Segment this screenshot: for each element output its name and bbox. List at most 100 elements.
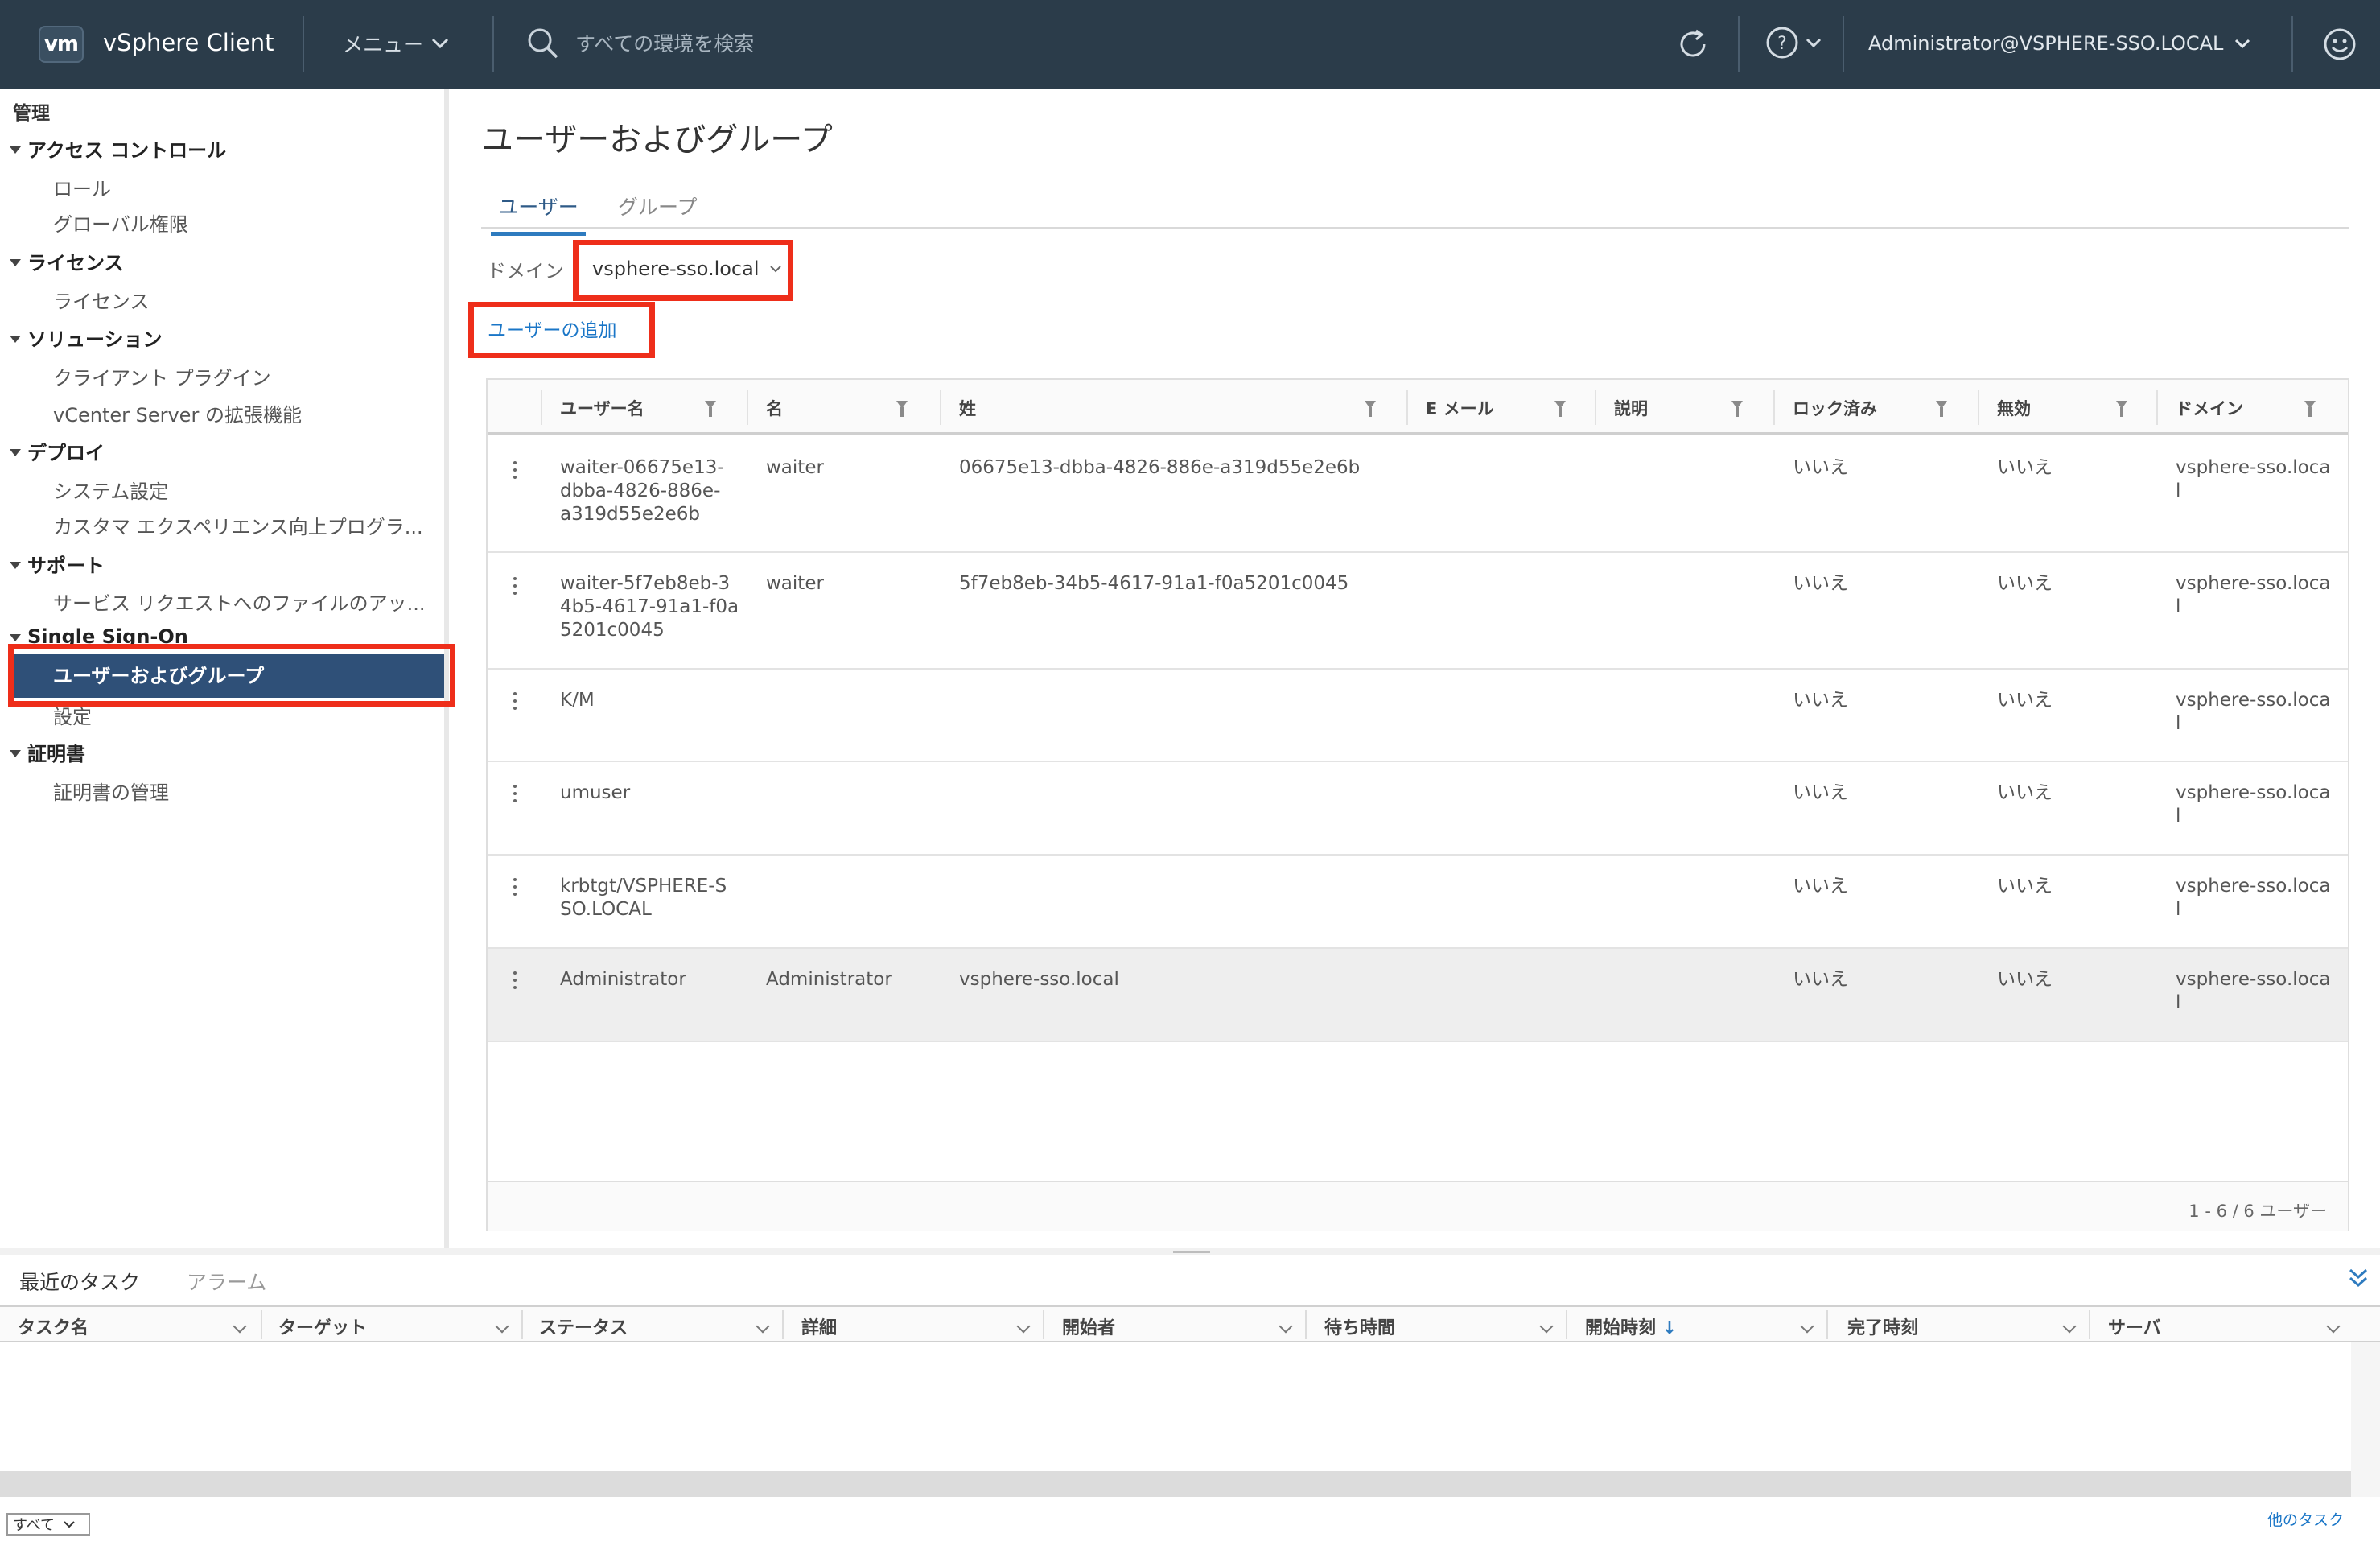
add-user-link[interactable]: ユーザーの追加: [488, 315, 617, 342]
admin-sidebar: 管理 アクセス コントロール ロール グローバル権限 ライセンス ライセンス ソ…: [0, 89, 449, 1248]
sidebar-section-support[interactable]: サポート: [10, 550, 105, 578]
section-label: ソリューション: [27, 328, 163, 351]
filter-icon[interactable]: [2304, 401, 2316, 417]
feedback-button[interactable]: [2322, 27, 2357, 62]
column-header-task-name[interactable]: タスク名: [18, 1313, 89, 1339]
row-actions-icon[interactable]: [513, 461, 517, 483]
sidebar-item-sso-config[interactable]: 設定: [53, 701, 92, 729]
chevron-down-icon[interactable]: [495, 1319, 509, 1334]
expand-triangle-icon: [10, 258, 21, 266]
chevron-down-icon[interactable]: [2326, 1319, 2341, 1334]
filter-icon[interactable]: [1365, 401, 1376, 417]
column-header-disabled[interactable]: 無効: [1997, 396, 2031, 420]
cell-locked: いいえ: [1793, 969, 1848, 990]
chevron-down-icon[interactable]: [1016, 1319, 1031, 1334]
cell-username: umuser: [560, 782, 631, 803]
global-search[interactable]: [527, 27, 912, 60]
column-header-completion-time[interactable]: 完了時刻: [1847, 1313, 1918, 1339]
row-actions-icon[interactable]: [513, 577, 517, 599]
sidebar-section-access-control[interactable]: アクセス コントロール: [10, 134, 226, 163]
row-actions-icon[interactable]: [513, 878, 517, 900]
column-header-server[interactable]: サーバ: [2108, 1313, 2161, 1339]
filter-icon[interactable]: [705, 401, 716, 417]
more-tasks-link[interactable]: 他のタスク: [2267, 1508, 2344, 1530]
table-row[interactable]: umuser いいえ いいえ vsphere-sso.loca l: [488, 762, 2348, 856]
row-actions-icon[interactable]: [513, 692, 517, 714]
sidebar-item-ceip[interactable]: カスタマ エクスペリエンス向上プログラ...: [53, 511, 423, 539]
column-header-start-time[interactable]: 開始時刻 ↓: [1585, 1313, 1677, 1339]
column-header-username[interactable]: ユーザー名: [560, 396, 644, 420]
column-header-domain[interactable]: ドメイン: [2176, 396, 2243, 420]
chevron-down-icon[interactable]: [1539, 1319, 1554, 1334]
filter-icon[interactable]: [1936, 401, 1947, 417]
filter-icon[interactable]: [1554, 401, 1566, 417]
column-header-initiator[interactable]: 開始者: [1062, 1313, 1115, 1339]
column-divider: [1566, 1310, 1567, 1339]
sidebar-item-users-and-groups[interactable]: ユーザーおよびグループ: [14, 654, 444, 698]
column-header-last-name[interactable]: 姓: [959, 396, 976, 420]
collapse-panel-button[interactable]: [2348, 1268, 2369, 1288]
search-input[interactable]: [574, 31, 912, 56]
filter-icon[interactable]: [896, 401, 908, 417]
table-row[interactable]: Administrator Administrator vsphere-sso.…: [488, 949, 2348, 1042]
splitter-grip[interactable]: [1173, 1251, 1210, 1253]
row-actions-icon[interactable]: [513, 971, 517, 993]
sidebar-item-certificate-management[interactable]: 証明書の管理: [53, 777, 169, 805]
sidebar-section-sso[interactable]: Single Sign-On: [10, 625, 188, 648]
filter-icon[interactable]: [2116, 401, 2127, 417]
vmware-logo[interactable]: vm: [39, 26, 84, 63]
column-header-queued-for[interactable]: 待ち時間: [1324, 1313, 1395, 1339]
sidebar-section-solutions[interactable]: ソリューション: [10, 324, 163, 352]
tab-alarms[interactable]: アラーム: [187, 1267, 266, 1305]
tab-users[interactable]: ユーザー: [491, 192, 586, 236]
chevron-down-icon[interactable]: [756, 1319, 770, 1334]
row-actions-icon[interactable]: [513, 785, 517, 806]
table-row[interactable]: waiter-5f7eb8eb-3 4b5-4617-91a1-f0a 5201…: [488, 553, 2348, 670]
cell-last-name: vsphere-sso.local: [959, 969, 1119, 990]
column-header-target[interactable]: ターゲット: [278, 1313, 367, 1339]
sidebar-item-roles[interactable]: ロール: [53, 173, 111, 201]
column-header-details[interactable]: 詳細: [801, 1313, 837, 1339]
sidebar-item-upload-file[interactable]: サービス リクエストへのファイルのアッ...: [53, 588, 426, 616]
sidebar-item-vcenter-extensions[interactable]: vCenter Server の拡張機能: [53, 399, 302, 427]
chevron-down-icon[interactable]: [1800, 1319, 1814, 1334]
column-header-status[interactable]: ステータス: [539, 1313, 628, 1339]
column-header-email[interactable]: E メール: [1426, 396, 1494, 420]
chevron-down-icon[interactable]: [233, 1319, 247, 1334]
column-header-first-name[interactable]: 名: [766, 396, 783, 420]
sidebar-item-client-plugins[interactable]: クライアント プラグイン: [53, 362, 271, 390]
sidebar-item-system-config[interactable]: システム設定: [53, 476, 168, 504]
chevron-down-icon[interactable]: [2062, 1319, 2077, 1334]
start-time-label: 開始時刻: [1585, 1318, 1657, 1338]
task-filter-select[interactable]: すべて: [6, 1513, 90, 1536]
expand-triangle-icon: [10, 749, 21, 757]
chevron-down-icon[interactable]: [1279, 1319, 1293, 1334]
cell-domain: vsphere-sso.loca l: [2176, 573, 2331, 617]
vertical-scrollbar[interactable]: [2351, 1342, 2380, 1497]
sidebar-item-global-permissions[interactable]: グローバル権限: [53, 208, 188, 237]
domain-select[interactable]: vsphere-sso.local: [583, 249, 784, 288]
sidebar-section-licensing[interactable]: ライセンス: [10, 247, 124, 275]
horizontal-scrollbar[interactable]: [0, 1471, 2351, 1497]
tab-recent-tasks[interactable]: 最近のタスク: [19, 1267, 141, 1309]
column-divider: [261, 1310, 262, 1339]
help-menu[interactable]: ?: [1765, 26, 1822, 60]
filter-icon[interactable]: [1731, 401, 1743, 417]
column-header-description[interactable]: 説明: [1614, 396, 1648, 420]
table-row[interactable]: waiter-06675e13- dbba-4826-886e- a319d55…: [488, 437, 2348, 553]
sidebar-section-certificates[interactable]: 証明書: [10, 738, 85, 766]
column-divider: [521, 1310, 523, 1339]
cell-username: waiter-5f7eb8eb-3 4b5-4617-91a1-f0a 5201…: [560, 573, 739, 641]
sidebar-section-deployment[interactable]: デプロイ: [10, 437, 105, 465]
menu-button[interactable]: メニュー: [343, 29, 449, 58]
chevron-down-icon: [1806, 38, 1822, 47]
refresh-button[interactable]: [1675, 27, 1711, 62]
app-title[interactable]: vSphere Client: [103, 29, 274, 56]
sidebar-item-licenses[interactable]: ライセンス: [53, 286, 150, 314]
table-row[interactable]: krbtgt/VSPHERE-S SO.LOCAL いいえ いいえ vspher…: [488, 856, 2348, 949]
chevron-down-icon: [769, 266, 781, 273]
column-header-locked[interactable]: ロック済み: [1793, 396, 1877, 420]
table-row[interactable]: K/M いいえ いいえ vsphere-sso.loca l: [488, 670, 2348, 762]
user-menu[interactable]: Administrator@VSPHERE-SSO.LOCAL: [1868, 32, 2250, 55]
tab-groups[interactable]: グループ: [618, 192, 698, 232]
